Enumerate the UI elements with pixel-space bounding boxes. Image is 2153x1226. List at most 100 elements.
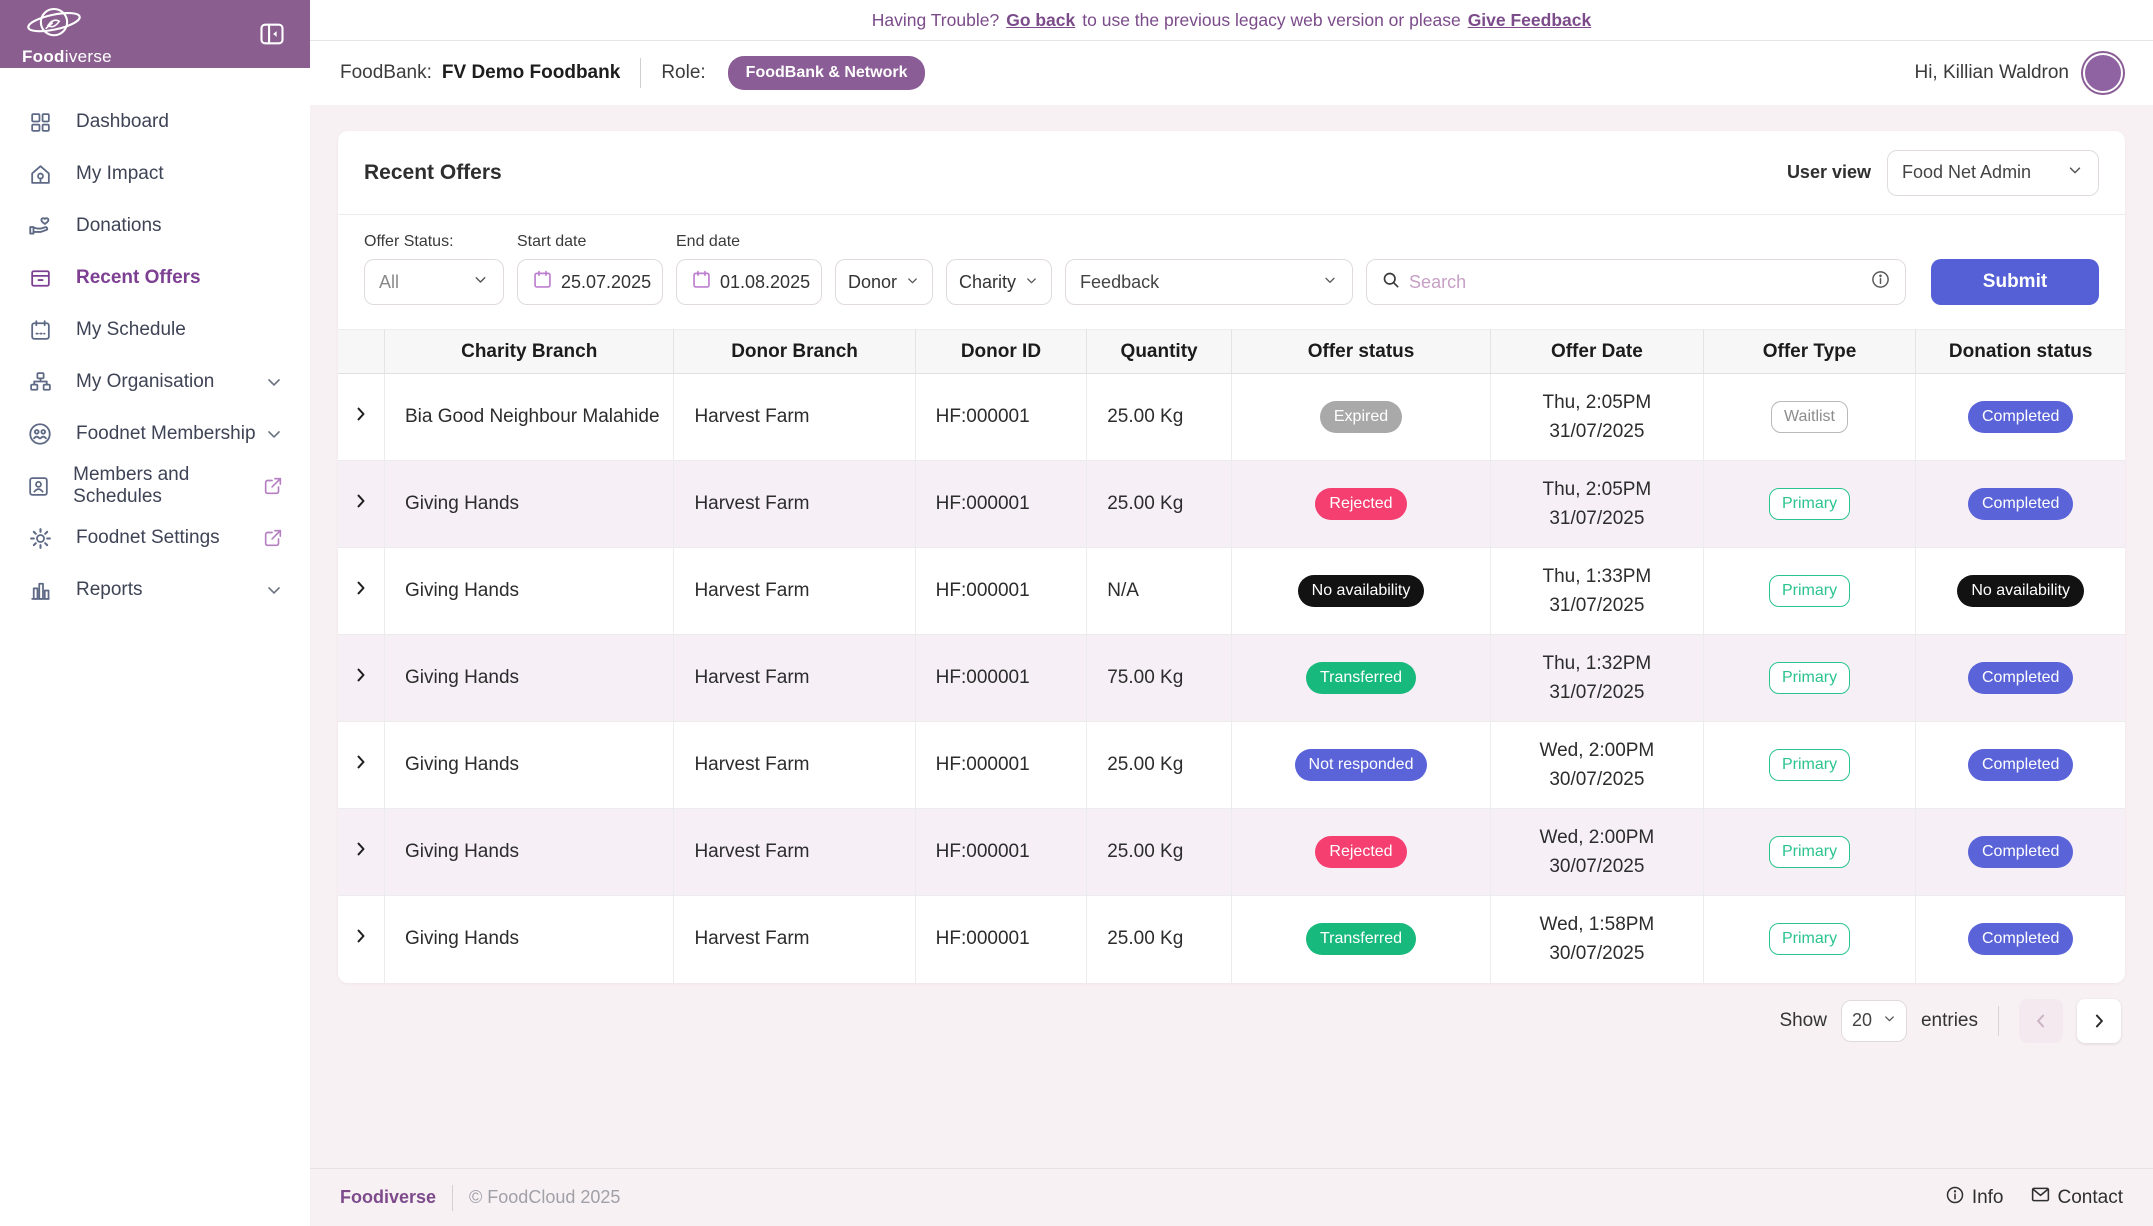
cell-quantity: 25.00 Kg (1087, 374, 1232, 461)
sidebar-item-dashboard[interactable]: Dashboard (0, 96, 310, 148)
start-date-label: Start date (517, 233, 663, 251)
calendar-icon (532, 269, 553, 295)
row-expand-chevron[interactable] (351, 491, 371, 511)
row-expand-chevron[interactable] (351, 839, 371, 859)
offer-status-badge: Transferred (1306, 662, 1416, 694)
info-link[interactable]: Info (1945, 1185, 2004, 1211)
page-size-value: 20 (1852, 1010, 1872, 1031)
next-page-button[interactable] (2077, 999, 2121, 1043)
external-link-icon (262, 527, 284, 549)
cell-donor-id: HF:000001 (915, 809, 1087, 896)
contact-link[interactable]: Contact (2030, 1184, 2123, 1211)
table-row[interactable]: Giving Hands Harvest Farm HF:000001 25.0… (338, 809, 2125, 896)
column-header-donor-branch: Donor Branch (674, 330, 915, 374)
start-date-input[interactable]: 25.07.2025 (517, 259, 663, 305)
offers-table: Charity Branch Donor Branch Donor ID Qua… (338, 329, 2125, 983)
sidebar-item-donations[interactable]: Donations (0, 200, 310, 252)
sidebar-item-reports[interactable]: Reports (0, 564, 310, 616)
table-row[interactable]: Giving Hands Harvest Farm HF:000001 75.0… (338, 635, 2125, 722)
sidebar-item-my-impact[interactable]: My Impact (0, 148, 310, 200)
row-expand-chevron[interactable] (351, 578, 371, 598)
sidebar-item-foodnet-settings[interactable]: Foodnet Settings (0, 512, 310, 564)
search-input[interactable] (1409, 272, 1862, 293)
user-view-select[interactable]: Food Net Admin (1887, 150, 2099, 196)
cell-offer-status: No availability (1231, 548, 1490, 635)
cell-donor-branch: Harvest Farm (674, 896, 915, 983)
cell-offer-status: Not responded (1231, 722, 1490, 809)
role-badge: FoodBank & Network (728, 56, 926, 90)
cell-quantity: 25.00 Kg (1087, 896, 1232, 983)
sidebar-item-my-schedule[interactable]: My Schedule (0, 304, 310, 356)
donor-select[interactable]: Donor (835, 259, 933, 305)
go-back-link[interactable]: Go back (1006, 10, 1075, 31)
sidebar-item-label: My Schedule (76, 319, 186, 341)
previous-page-button[interactable] (2019, 999, 2063, 1043)
end-date-input[interactable]: 01.08.2025 (676, 259, 822, 305)
offer-type-badge: Primary (1769, 662, 1850, 694)
table-row[interactable]: Bia Good Neighbour Malahide Harvest Farm… (338, 374, 2125, 461)
cell-offer-date: Wed, 1:58PM30/07/2025 (1491, 896, 1704, 983)
sidebar-collapse-button[interactable] (256, 18, 288, 50)
offer-status-badge: Transferred (1306, 923, 1416, 955)
expander-column-header (338, 330, 384, 374)
offer-type-badge: Primary (1769, 575, 1850, 607)
cell-offer-date: Thu, 1:32PM31/07/2025 (1491, 635, 1704, 722)
footer-copyright: © FoodCloud 2025 (469, 1187, 620, 1208)
row-expand-chevron[interactable] (351, 926, 371, 946)
gear-icon (26, 525, 54, 551)
chevron-down-icon (1024, 272, 1039, 293)
row-expand-chevron[interactable] (351, 665, 371, 685)
cell-donor-branch: Harvest Farm (674, 548, 915, 635)
cell-donor-id: HF:000001 (915, 548, 1087, 635)
foodbank-label: FoodBank: (340, 62, 432, 84)
cell-donor-branch: Harvest Farm (674, 461, 915, 548)
feedback-select-label: Feedback (1080, 272, 1159, 293)
cell-offer-type: Primary (1703, 896, 1916, 983)
cell-donation-status: Completed (1916, 374, 2125, 461)
cell-donor-branch: Harvest Farm (674, 635, 915, 722)
chevron-down-icon (264, 424, 284, 444)
cell-charity-branch: Giving Hands (384, 809, 673, 896)
cell-charity-branch: Giving Hands (384, 722, 673, 809)
user-avatar[interactable] (2083, 53, 2123, 93)
page-size-select[interactable]: 20 (1841, 1000, 1907, 1042)
start-date-value: 25.07.2025 (561, 272, 651, 293)
submit-button[interactable]: Submit (1931, 259, 2099, 305)
divider (452, 1185, 453, 1211)
donor-select-label: Donor (848, 272, 897, 293)
feedback-select[interactable]: Feedback (1065, 259, 1353, 305)
sidebar-item-recent-offers[interactable]: Recent Offers (0, 252, 310, 304)
offer-status-select[interactable]: All (364, 259, 504, 305)
table-header-row: Charity Branch Donor Branch Donor ID Qua… (338, 330, 2125, 374)
charity-select[interactable]: Charity (946, 259, 1052, 305)
cell-donation-status: Completed (1916, 896, 2125, 983)
sidebar-nav: Dashboard My Impact Donations Recent Off… (0, 68, 310, 616)
give-feedback-link[interactable]: Give Feedback (1468, 10, 1592, 31)
offer-type-badge: Primary (1769, 749, 1850, 781)
sidebar-item-label: Donations (76, 215, 162, 237)
sidebar-item-foodnet-membership[interactable]: Foodnet Membership (0, 408, 310, 460)
main-area: Having Trouble? Go back to use the previ… (310, 0, 2153, 1226)
sidebar-item-members-and-schedules[interactable]: Members and Schedules (0, 460, 310, 512)
column-header-offer-type: Offer Type (1703, 330, 1916, 374)
chevron-down-icon (1322, 272, 1338, 293)
sidebar-item-my-organisation[interactable]: My Organisation (0, 356, 310, 408)
table-row[interactable]: Giving Hands Harvest Farm HF:000001 25.0… (338, 896, 2125, 983)
donation-hand-icon (26, 213, 54, 239)
calendar-icon (691, 269, 712, 295)
table-row[interactable]: Giving Hands Harvest Farm HF:000001 25.0… (338, 722, 2125, 809)
sidebar-item-label: Foodnet Settings (76, 527, 220, 549)
calendar-icon (26, 317, 54, 343)
cell-offer-status: Expired (1231, 374, 1490, 461)
charity-select-label: Charity (959, 272, 1016, 293)
info-icon[interactable] (1870, 269, 1891, 295)
row-expand-chevron[interactable] (351, 752, 371, 772)
table-row[interactable]: Giving Hands Harvest Farm HF:000001 N/A … (338, 548, 2125, 635)
cell-offer-date: Thu, 1:33PM31/07/2025 (1491, 548, 1704, 635)
contact-label: Contact (2058, 1187, 2123, 1209)
page-title: Recent Offers (364, 161, 502, 185)
table-row[interactable]: Giving Hands Harvest Farm HF:000001 25.0… (338, 461, 2125, 548)
sidebar-header: Foodiverse (0, 0, 310, 68)
row-expand-chevron[interactable] (351, 404, 371, 424)
end-date-label: End date (676, 233, 822, 251)
